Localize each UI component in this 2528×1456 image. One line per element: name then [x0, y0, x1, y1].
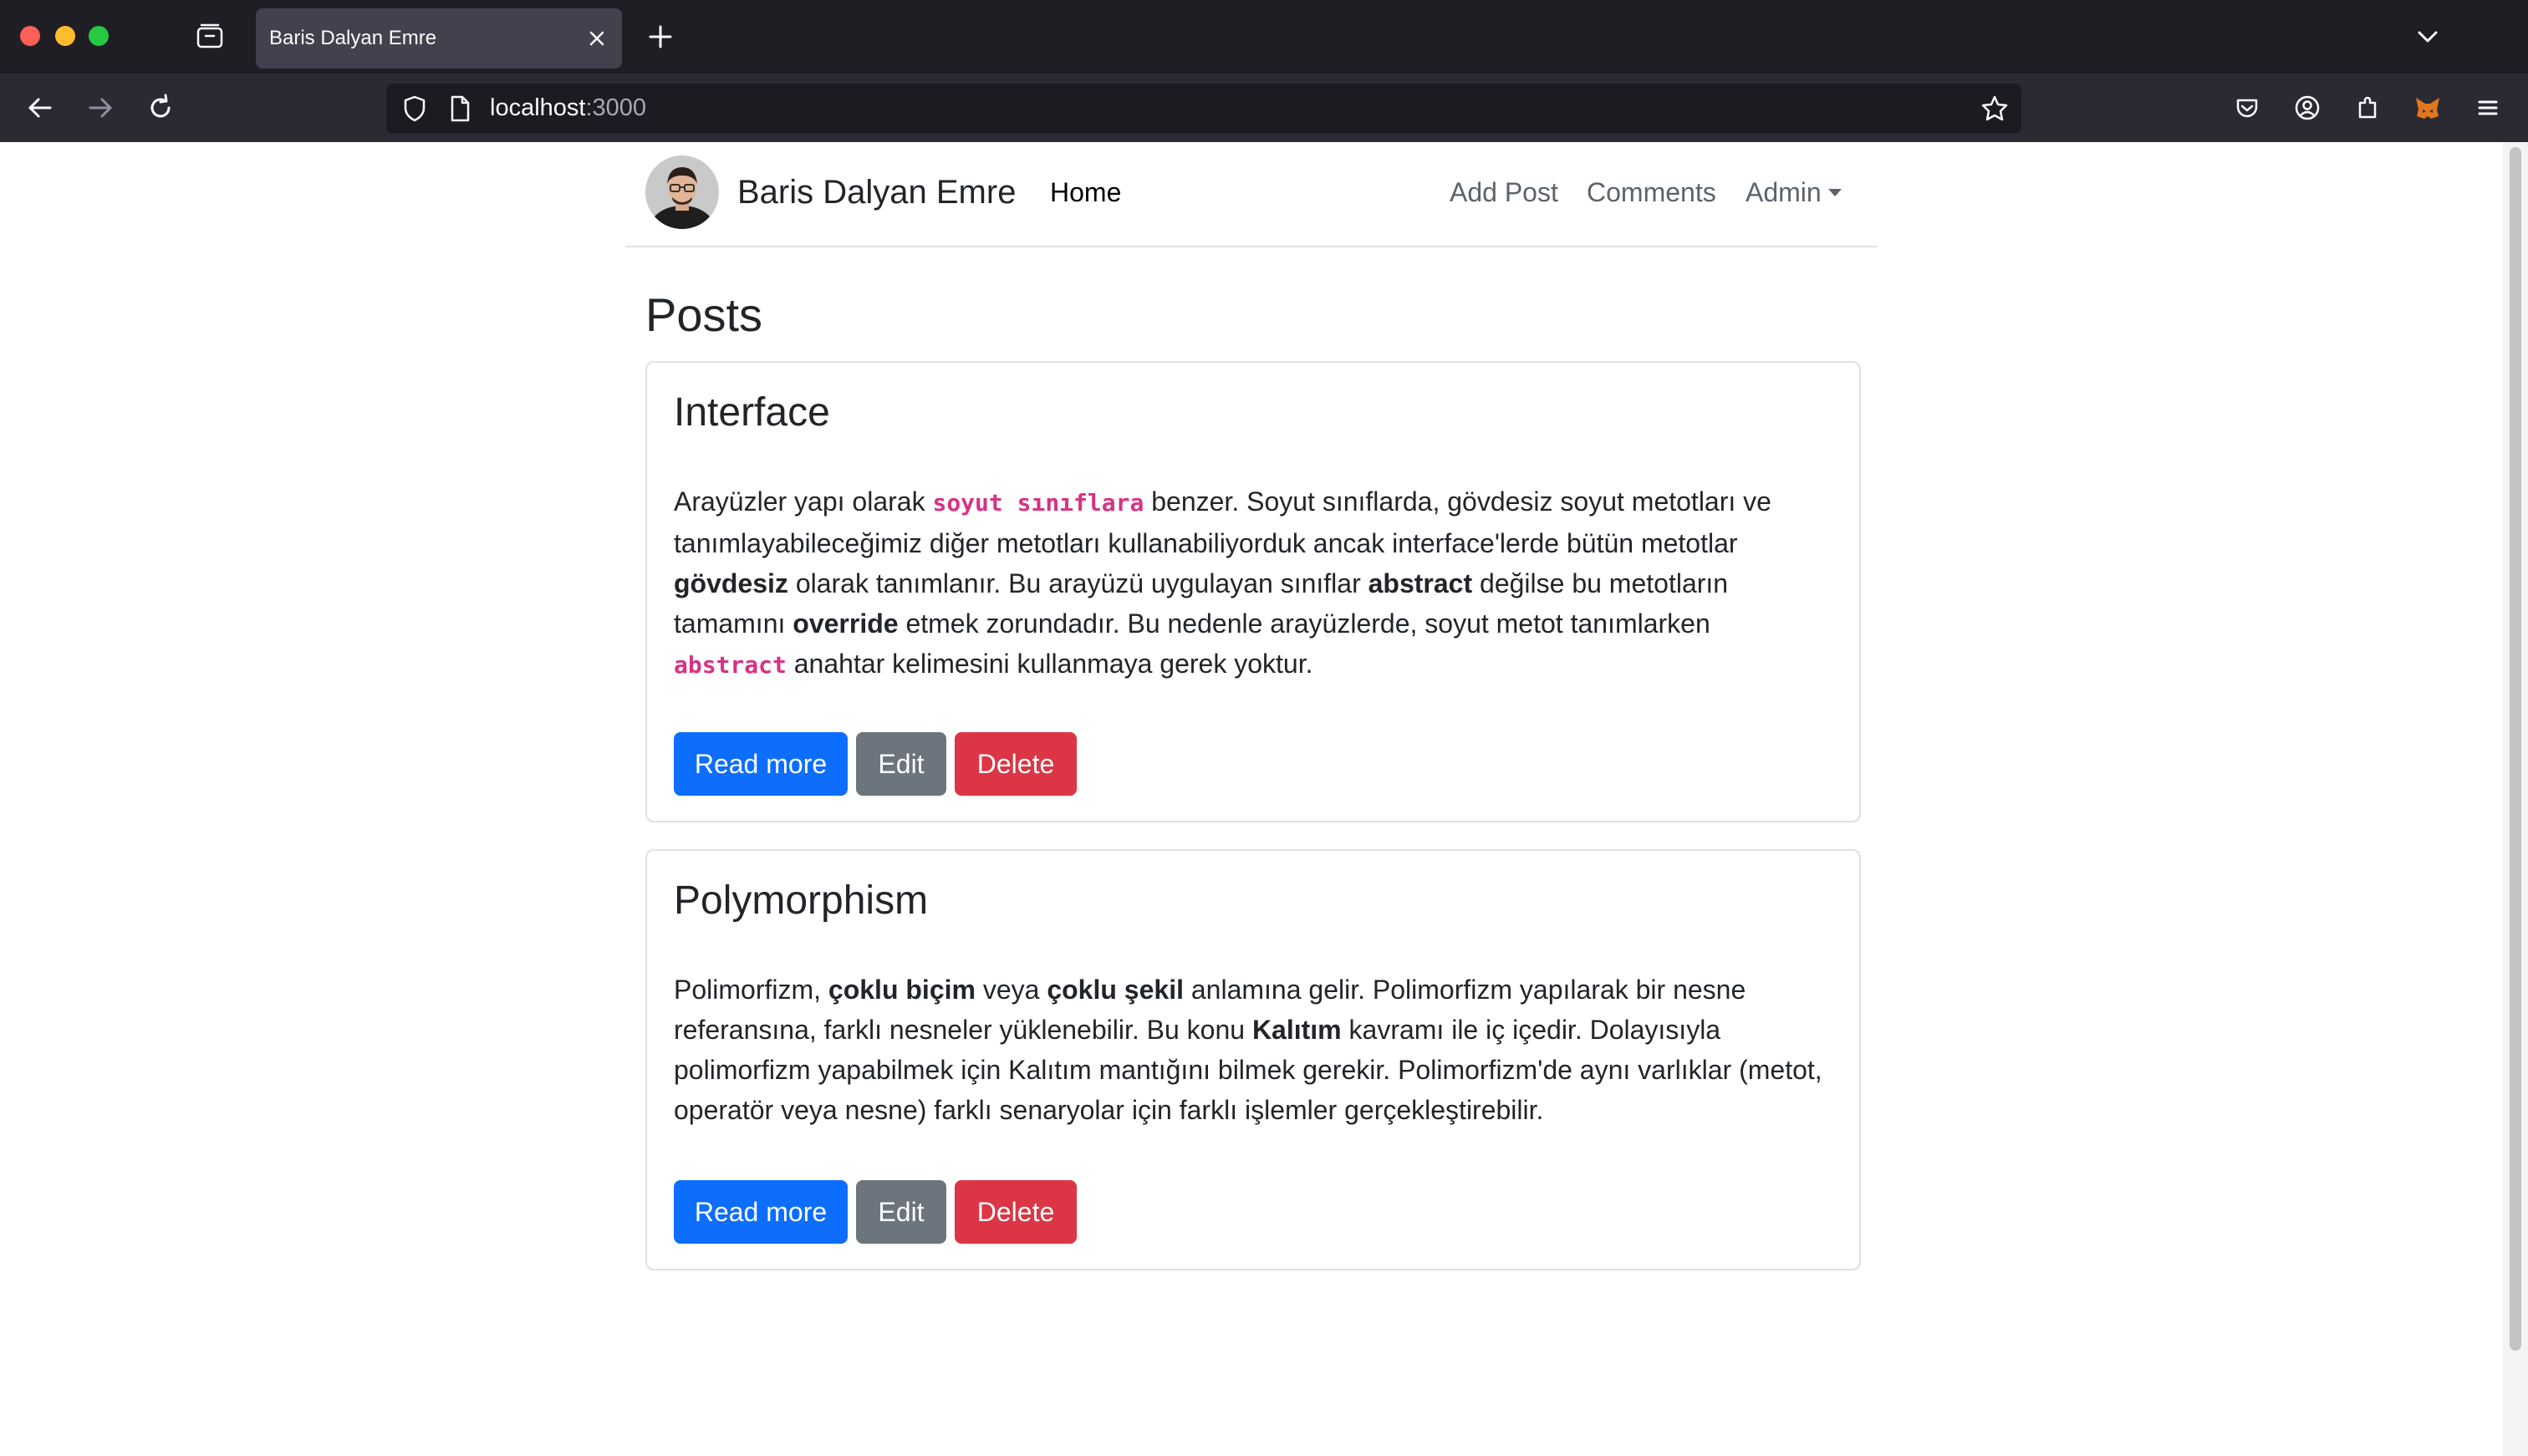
- page-viewport: Baris Dalyan Emre Home Add Post Comments…: [0, 142, 2503, 1456]
- read-more-button[interactable]: Read more: [674, 732, 848, 796]
- post-body: Arayüzler yapı olarak soyut sınıflara be…: [674, 481, 1827, 685]
- post-bold: override: [793, 608, 899, 639]
- avatar-image: [645, 155, 719, 229]
- metamask-fox-icon[interactable]: [2411, 91, 2444, 125]
- post-title: Interface: [674, 390, 830, 435]
- tab-close-icon[interactable]: [585, 27, 609, 50]
- admin-label: Admin: [1746, 177, 1822, 207]
- new-tab-icon[interactable]: [645, 22, 675, 52]
- url-host: localhost: [490, 94, 586, 121]
- nav-dropdown-admin[interactable]: Admin: [1746, 177, 1842, 208]
- url-port: :3000: [585, 94, 647, 121]
- page-document-icon[interactable]: [445, 92, 475, 125]
- tab-overview-icon[interactable]: [195, 22, 225, 52]
- post-bold: Kalıtım: [1251, 1015, 1342, 1045]
- nav-link-add-post[interactable]: Add Post: [1450, 177, 1558, 208]
- avatar[interactable]: [645, 155, 719, 229]
- post-code: abstract: [674, 651, 787, 679]
- post-bold: çoklu şekil: [1047, 975, 1184, 1005]
- post-bold: abstract: [1368, 568, 1473, 598]
- site-brand[interactable]: Baris Dalyan Emre: [737, 174, 1016, 211]
- scrollbar-thumb[interactable]: [2510, 147, 2521, 1351]
- delete-button[interactable]: Delete: [955, 732, 1077, 796]
- extensions-icon[interactable]: [2351, 91, 2384, 125]
- pocket-icon[interactable]: [2230, 91, 2264, 125]
- minimize-window-button[interactable]: [55, 26, 75, 46]
- chevron-down-icon: [1827, 189, 1842, 196]
- list-all-tabs-icon[interactable]: [2413, 22, 2443, 52]
- post-title: Polymorphism: [674, 878, 929, 923]
- nav-link-home[interactable]: Home: [1050, 177, 1121, 208]
- close-window-button[interactable]: [20, 26, 40, 46]
- post-code: soyut sınıflara: [932, 489, 1144, 517]
- forward-arrow-icon[interactable]: [84, 91, 117, 125]
- post-bold: gövdesiz: [674, 568, 788, 598]
- maximize-window-button[interactable]: [89, 26, 109, 46]
- site-navbar: Baris Dalyan Emre Home Add Post Comments…: [625, 142, 1878, 247]
- url-text[interactable]: localhost:3000: [490, 94, 646, 122]
- bookmark-star-icon[interactable]: [1978, 92, 2011, 125]
- edit-button[interactable]: Edit: [856, 732, 946, 796]
- hamburger-menu-icon[interactable]: [2471, 91, 2505, 125]
- browser-titlebar: Baris Dalyan Emre: [0, 0, 2528, 74]
- post-text: anahtar kelimesini kullanmaya gerek yokt…: [786, 649, 1313, 679]
- post-text: olarak tanımlanır. Bu arayüzü uygulayan …: [787, 568, 1368, 598]
- post-text: Polimorfizm,: [674, 975, 828, 1005]
- post-card: Interface Arayüzler yapı olarak soyut sı…: [645, 361, 1861, 822]
- post-text: veya: [975, 975, 1047, 1005]
- edit-button[interactable]: Edit: [856, 1180, 946, 1244]
- post-text: etmek zorundadır. Bu nedenle arayüzlerde…: [898, 608, 1710, 639]
- post-card: Polymorphism Polimorfizm, çoklu biçim ve…: [645, 849, 1861, 1270]
- shield-icon[interactable]: [398, 92, 431, 125]
- delete-button[interactable]: Delete: [955, 1180, 1077, 1244]
- page-title: Posts: [645, 288, 763, 341]
- tab-title: Baris Dalyan Emre: [269, 27, 437, 49]
- back-arrow-icon[interactable]: [23, 91, 57, 125]
- nav-link-comments[interactable]: Comments: [1587, 177, 1716, 208]
- reload-icon[interactable]: [144, 91, 177, 125]
- account-icon[interactable]: [2291, 91, 2324, 125]
- post-body: Polimorfizm, çoklu biçim veya çoklu şeki…: [674, 970, 1827, 1130]
- post-text: Arayüzler yapı olarak: [674, 486, 933, 517]
- read-more-button[interactable]: Read more: [674, 1180, 848, 1244]
- browser-tab-active[interactable]: Baris Dalyan Emre: [256, 8, 622, 69]
- post-bold: çoklu biçim: [828, 975, 976, 1005]
